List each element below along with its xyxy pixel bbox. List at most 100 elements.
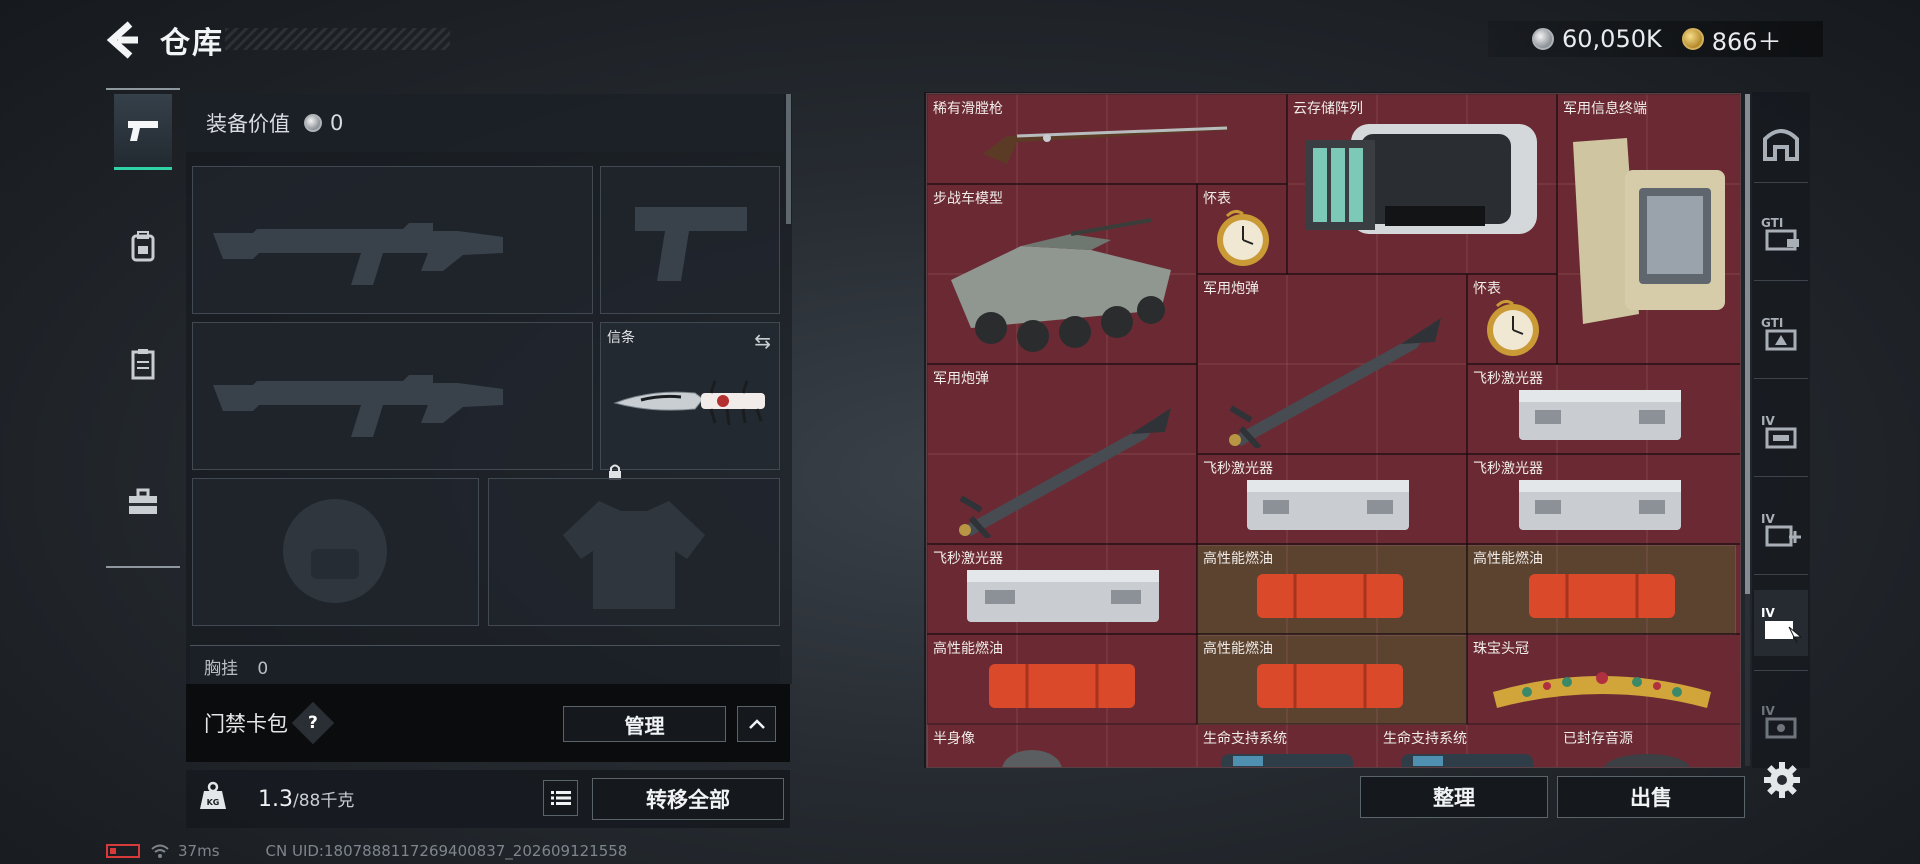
list-icon <box>550 791 571 805</box>
weight-readout: 1.3/88千克 <box>258 786 354 812</box>
laser-case-icon <box>1247 480 1409 530</box>
storage-scrollbar-thumb[interactable] <box>1745 94 1750 594</box>
collapse-button[interactable] <box>737 706 776 742</box>
storage-item-pocket-watch[interactable]: 怀表 <box>1197 184 1287 274</box>
storage-item-artillery-shell-2[interactable]: 军用炮弹 <box>927 364 1197 544</box>
back-button[interactable] <box>104 18 144 62</box>
title-decoration <box>225 28 450 50</box>
svg-text:IV: IV <box>1761 704 1775 718</box>
fuel-case-icon <box>1257 574 1403 618</box>
item-label: 生命支持系统 <box>1203 731 1287 747</box>
storage-item-fs-laser-3[interactable]: 飞秒激光器 <box>1467 454 1740 544</box>
storage-tab-6[interactable]: IV <box>1754 688 1808 754</box>
svg-text:KG: KG <box>207 798 220 807</box>
life-support-icon <box>1221 754 1353 767</box>
silver-coin-icon <box>304 114 322 132</box>
item-label: 高性能燃油 <box>1203 551 1273 567</box>
equipment-value: 0 <box>330 111 344 135</box>
gold-currency-value[interactable]: 866＋ <box>1712 22 1782 57</box>
bust-icon <box>1002 750 1062 767</box>
settings-button[interactable] <box>1762 760 1802 800</box>
storage-item-life-support-2[interactable]: 生命支持系统 <box>1377 724 1557 767</box>
currency-bar: 60,050K 866＋ <box>1488 21 1823 57</box>
item-label: 军用炮弹 <box>933 371 989 387</box>
rail-item-toolbox[interactable] <box>114 464 172 540</box>
page-title: 仓库 <box>160 26 224 61</box>
sort-button[interactable]: 整理 <box>1360 776 1548 818</box>
gear-icon <box>1764 762 1800 798</box>
rifle-silhouette-icon <box>213 375 503 437</box>
life-support-icon <box>1401 754 1533 767</box>
sell-button[interactable]: 出售 <box>1557 776 1745 818</box>
storage-item-sealed-audio[interactable]: 已封存音源 <box>1557 724 1740 767</box>
storage-item-fs-laser-2[interactable]: 飞秒激光器 <box>1197 454 1467 544</box>
user-uid: CN UID:1807888117269400837_202609121558 <box>265 842 628 860</box>
storage-item-fs-laser-4[interactable]: 飞秒激光器 <box>927 544 1197 634</box>
storage-item-military-terminal[interactable]: 军用信息终端 <box>1557 94 1740 364</box>
rail-item-weapons[interactable] <box>114 94 172 170</box>
item-label: 已封存音源 <box>1563 731 1633 747</box>
storage-tab-2[interactable]: GTI <box>1754 300 1808 366</box>
storage-item-life-support-1[interactable]: 生命支持系统 <box>1197 724 1377 767</box>
storage-tab-6-icon: IV <box>1761 704 1797 739</box>
storage-item-pocket-watch-2[interactable]: 怀表 <box>1467 274 1557 364</box>
item-label: 军用炮弹 <box>1203 281 1259 297</box>
pistol-silhouette-icon <box>635 207 747 281</box>
storage-tab-1-icon: GTI <box>1761 216 1799 251</box>
rail-item-chest-rig[interactable] <box>114 326 172 402</box>
missile-icon <box>959 408 1171 538</box>
storage-item-musket[interactable]: 稀有滑膛枪 <box>927 94 1287 184</box>
item-label: 生命支持系统 <box>1383 731 1467 747</box>
storage-item-fuel-4[interactable]: 高性能燃油 <box>1197 634 1467 724</box>
knife-item-icon <box>613 380 765 426</box>
storage-tab-3-icon: IV <box>1761 414 1797 449</box>
gold-coin-icon <box>1681 28 1704 50</box>
pocket-watch-icon <box>1487 299 1539 356</box>
storage-tab-2-icon: GTI <box>1761 316 1797 351</box>
silver-currency-value: 60,050K <box>1562 25 1662 53</box>
list-view-button[interactable] <box>543 780 578 816</box>
storage-item-jeweled-crown[interactable]: 珠宝头冠 <box>1467 634 1740 724</box>
svg-text:IV: IV <box>1761 606 1775 620</box>
toolbox-icon <box>129 488 157 514</box>
storage-tab-5[interactable]: IV <box>1754 590 1808 656</box>
storage-tab-1[interactable]: GTI <box>1754 200 1808 266</box>
melee-slot[interactable]: 信条 ⇆ <box>600 322 780 480</box>
chevron-up-icon <box>748 719 765 729</box>
help-icon[interactable]: ? <box>291 701 335 745</box>
primary-weapon-slot-2[interactable] <box>192 322 593 470</box>
battery-icon <box>106 844 140 858</box>
helmet-slot[interactable] <box>192 478 479 626</box>
chest-rig-row[interactable]: 胸挂 0 <box>190 645 780 687</box>
storage-tab-4[interactable]: IV <box>1754 496 1808 562</box>
equipment-scrollbar[interactable] <box>786 94 791 224</box>
item-label: 高性能燃油 <box>933 641 1003 657</box>
rifle-silhouette-icon <box>213 223 503 285</box>
storage-item-cloud-array[interactable]: 云存储阵列 <box>1287 94 1557 274</box>
storage-item-ifv-model[interactable]: 步战车模型 <box>927 184 1197 364</box>
manage-button[interactable]: 管理 <box>563 706 726 742</box>
pistol-slot[interactable] <box>600 166 780 314</box>
storage-item-fuel-3[interactable]: 高性能燃油 <box>927 634 1197 724</box>
storage-item-bust[interactable]: 半身像 <box>927 724 1197 767</box>
storage-item-fuel-2[interactable]: 高性能燃油 <box>1467 544 1740 634</box>
primary-weapon-slot-1[interactable] <box>192 166 593 314</box>
fuel-case-icon <box>1529 574 1675 618</box>
ping-value: 37ms <box>178 842 220 860</box>
item-label: 步战车模型 <box>933 191 1003 207</box>
armor-slot[interactable] <box>488 478 780 626</box>
storage-tab-home[interactable] <box>1754 110 1808 176</box>
item-label: 军用信息终端 <box>1563 101 1647 117</box>
chest-rig-value: 0 <box>257 659 269 679</box>
rail-item-backpack[interactable] <box>114 208 172 284</box>
storage-item-fuel-1[interactable]: 高性能燃油 <box>1197 544 1467 634</box>
fuel-case-icon <box>1257 664 1403 708</box>
transfer-all-button[interactable]: 转移全部 <box>592 778 784 820</box>
storage-item-artillery-shell[interactable]: 军用炮弹 <box>1197 274 1467 454</box>
terminal-case-icon <box>1573 138 1725 324</box>
swap-icon[interactable]: ⇆ <box>754 329 771 353</box>
wifi-icon <box>151 844 169 858</box>
storage-item-fs-laser-1[interactable]: 飞秒激光器 <box>1467 364 1740 454</box>
category-rail <box>106 88 180 568</box>
storage-tab-3[interactable]: IV <box>1754 398 1808 464</box>
